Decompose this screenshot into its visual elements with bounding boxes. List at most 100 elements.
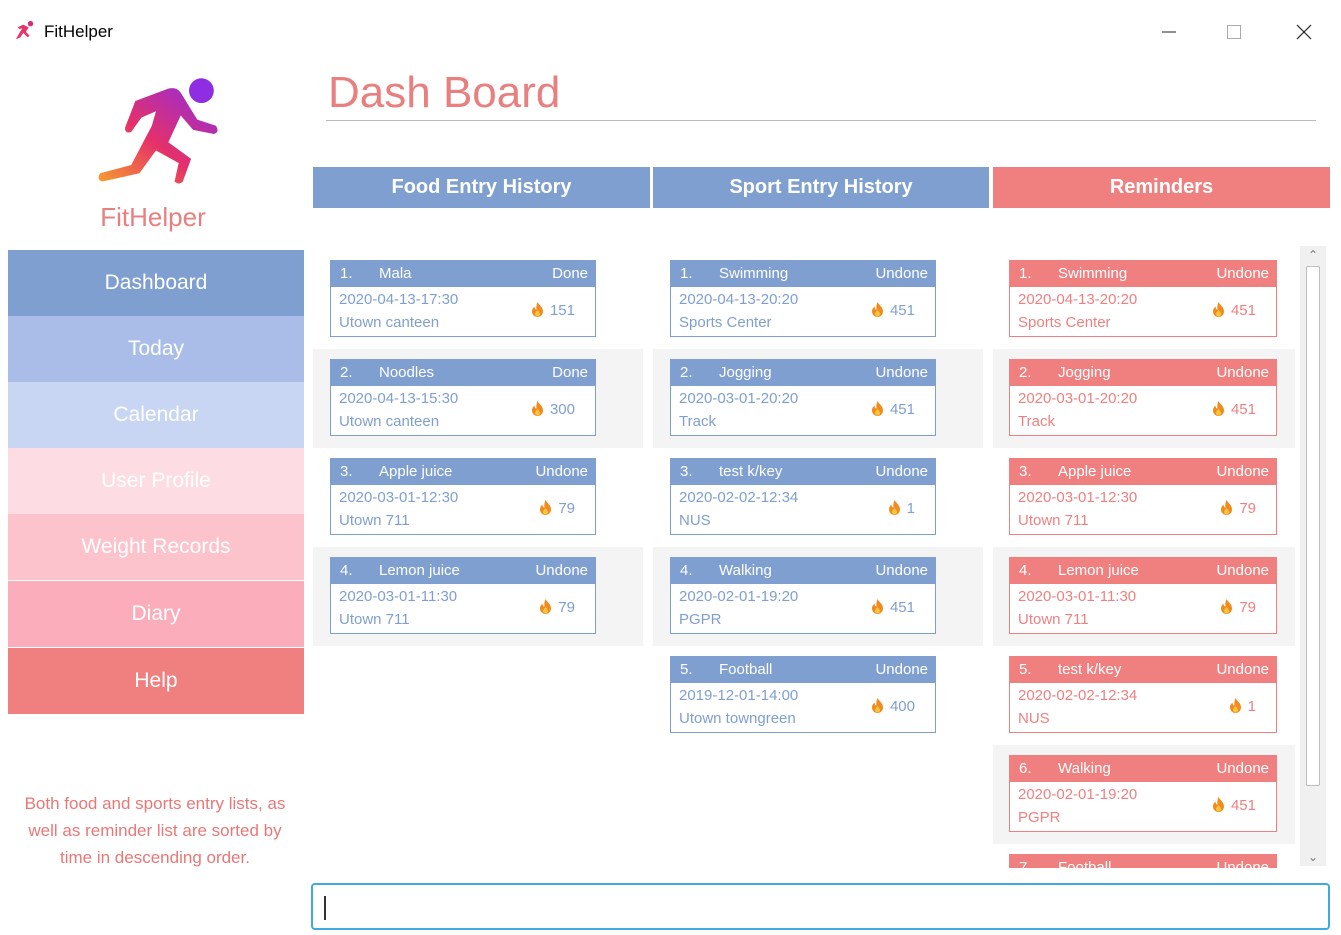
entry-name: Lemon juice [379, 562, 460, 579]
entry-body: 2020-03-01-11:30 Utown 711 79 [1010, 584, 1276, 634]
list-row[interactable]: 4. Lemon juice Undone 2020-03-01-11:30 Utown… [313, 547, 643, 646]
fire-icon [1212, 797, 1224, 812]
fire-icon [531, 401, 543, 416]
close-button[interactable] [1281, 14, 1327, 50]
entry-header: 1. Swimming Undone [1010, 261, 1276, 287]
fire-icon [1212, 302, 1224, 317]
entry-card[interactable]: 2. Noodles Done 2020-04-13-15:30 Utown cante… [330, 359, 596, 436]
list-row[interactable]: 1. Swimming Undone 2020-04-13-20:20 Sports C… [993, 250, 1295, 349]
fire-icon [871, 698, 883, 713]
list-row[interactable]: 1. Swimming Undone 2020-04-13-20:20 Sports C… [653, 250, 983, 349]
list-row[interactable]: 4. Lemon juice Undone 2020-03-01-11:30 Utown… [993, 547, 1295, 646]
entry-time: 2020-03-01-20:20 [1018, 390, 1138, 407]
entry-calories: 151 [531, 302, 575, 319]
list-row[interactable]: 2. Jogging Undone 2020-03-01-20:20 Track 451 [993, 349, 1295, 448]
fire-icon [1221, 599, 1233, 614]
reminder-list[interactable]: 1. Swimming Undone 2020-04-13-20:20 Sports C… [993, 250, 1295, 868]
entry-card[interactable]: 4. Lemon juice Undone 2020-03-01-11:30 Utown… [1009, 557, 1277, 634]
entry-header: 2. Jogging Undone [1010, 360, 1276, 386]
fire-icon [871, 599, 883, 614]
entry-name: Apple juice [1058, 463, 1132, 480]
maximize-icon [1227, 25, 1241, 39]
nav-user-profile[interactable]: User Profile [8, 448, 304, 514]
entry-card[interactable]: 6. Walking Undone 2020-02-01-19:20 PGPR 451 [1009, 755, 1277, 832]
food-entry-list[interactable]: 1. Mala Done 2020-04-13-17:30 Utown canteen 1… [313, 250, 643, 646]
entry-card[interactable]: 2. Jogging Undone 2020-03-01-20:20 Track 451 [670, 359, 936, 436]
list-row[interactable]: 1. Mala Done 2020-04-13-17:30 Utown canteen 1… [313, 250, 643, 349]
list-row[interactable]: 3. Apple juice Undone 2020-03-01-12:30 Utown… [993, 448, 1295, 547]
entry-header: 5. Football Undone [671, 657, 935, 683]
command-input[interactable] [313, 885, 1328, 928]
scroll-down-icon[interactable]: ⌄ [1300, 848, 1326, 866]
calorie-value: 451 [1230, 797, 1256, 814]
list-row[interactable]: 3. test k/key Undone 2020-02-02-12:34 NUS 1 [653, 448, 983, 547]
list-row[interactable]: 2. Jogging Undone 2020-03-01-20:20 Track 451 [653, 349, 983, 448]
nav-diary[interactable]: Diary [8, 581, 304, 647]
entry-card[interactable]: 4. Lemon juice Undone 2020-03-01-11:30 Utown… [330, 557, 596, 634]
entry-body: 2020-03-01-20:20 Track 451 [671, 386, 935, 436]
list-row[interactable]: 5. Football Undone 2019-12-01-14:00 Utown to… [653, 646, 983, 745]
entry-time: 2020-02-02-12:34 [679, 489, 799, 506]
entry-calories: 451 [1212, 401, 1256, 418]
runner-logo-icon [98, 78, 218, 184]
nav-help[interactable]: Help [8, 648, 304, 714]
entry-name: Apple juice [379, 463, 453, 480]
entry-card[interactable]: 5. Football Undone 2019-12-01-14:00 Utown to… [670, 656, 936, 733]
command-box[interactable] [311, 883, 1330, 930]
entry-name: Swimming [1058, 265, 1128, 282]
entry-body: 2020-04-13-15:30 Utown canteen 300 [331, 386, 595, 436]
entry-name: Mala [379, 265, 412, 282]
entry-status: Undone [1216, 265, 1269, 282]
sport-entry-list[interactable]: 1. Swimming Undone 2020-04-13-20:20 Sports C… [653, 250, 983, 745]
entry-card[interactable]: 1. Swimming Undone 2020-04-13-20:20 Sports C… [670, 260, 936, 337]
nav-dashboard[interactable]: Dashboard [8, 250, 304, 316]
entry-time: 2020-04-13-15:30 [339, 390, 459, 407]
list-row[interactable]: 4. Walking Undone 2020-02-01-19:20 PGPR 451 [653, 547, 983, 646]
entry-name: test k/key [1058, 661, 1122, 678]
calorie-value: 79 [558, 500, 575, 517]
list-row[interactable]: 3. Apple juice Undone 2020-03-01-12:30 Utown… [313, 448, 643, 547]
nav-calendar[interactable]: Calendar [8, 382, 304, 448]
entry-calories: 451 [871, 401, 915, 418]
maximize-button[interactable] [1211, 14, 1257, 50]
entry-index: 5. [1019, 661, 1032, 678]
entry-name: Football [719, 661, 773, 678]
entry-card[interactable]: 3. Apple juice Undone 2020-03-01-12:30 Utown… [1009, 458, 1277, 535]
reminder-scrollbar[interactable]: ⌃ ⌄ [1300, 246, 1326, 866]
fire-icon [871, 302, 883, 317]
entry-card[interactable]: 5. test k/key Undone 2020-02-02-12:34 NUS 1 [1009, 656, 1277, 733]
entry-index: 6. [1019, 760, 1032, 777]
list-row[interactable]: 7. Football Undone [993, 844, 1295, 868]
entry-card[interactable]: 4. Walking Undone 2020-02-01-19:20 PGPR 451 [670, 557, 936, 634]
nav-weight-records[interactable]: Weight Records [8, 514, 304, 580]
list-row[interactable]: 5. test k/key Undone 2020-02-02-12:34 NUS 1 [993, 646, 1295, 745]
fire-icon [1229, 698, 1241, 713]
entry-card[interactable]: 1. Mala Done 2020-04-13-17:30 Utown canteen 1… [330, 260, 596, 337]
entry-card[interactable]: 2. Jogging Undone 2020-03-01-20:20 Track 451 [1009, 359, 1277, 436]
entry-card[interactable]: 3. test k/key Undone 2020-02-02-12:34 NUS 1 [670, 458, 936, 535]
entry-place: Track [679, 413, 716, 430]
entry-header: 2. Jogging Undone [671, 360, 935, 386]
entry-time: 2020-02-01-19:20 [679, 588, 799, 605]
entry-status: Undone [1216, 661, 1269, 678]
entry-card[interactable]: 7. Football Undone [1009, 854, 1277, 868]
entry-place: Sports Center [679, 314, 772, 331]
entry-card[interactable]: 1. Swimming Undone 2020-04-13-20:20 Sports C… [1009, 260, 1277, 337]
entry-place: Utown canteen [339, 314, 440, 331]
entry-header: 6. Walking Undone [1010, 756, 1276, 782]
entry-header: 5. test k/key Undone [1010, 657, 1276, 683]
minimize-button[interactable] [1146, 14, 1192, 50]
entry-index: 4. [680, 562, 693, 579]
scroll-up-icon[interactable]: ⌃ [1300, 246, 1326, 264]
list-row[interactable]: 6. Walking Undone 2020-02-01-19:20 PGPR 451 [993, 745, 1295, 844]
calorie-value: 300 [549, 401, 575, 418]
entry-name: test k/key [719, 463, 783, 480]
page-title: Dash Board [328, 68, 561, 117]
scroll-thumb[interactable] [1306, 266, 1320, 786]
entry-body: 2020-03-01-12:30 Utown 711 79 [1010, 485, 1276, 535]
nav-today[interactable]: Today [8, 316, 304, 382]
entry-card[interactable]: 3. Apple juice Undone 2020-03-01-12:30 Utown… [330, 458, 596, 535]
sort-note: Both food and sports entry lists, as wel… [24, 794, 286, 867]
list-row[interactable]: 2. Noodles Done 2020-04-13-15:30 Utown cante… [313, 349, 643, 448]
entry-body: 2020-02-01-19:20 PGPR 451 [1010, 782, 1276, 832]
